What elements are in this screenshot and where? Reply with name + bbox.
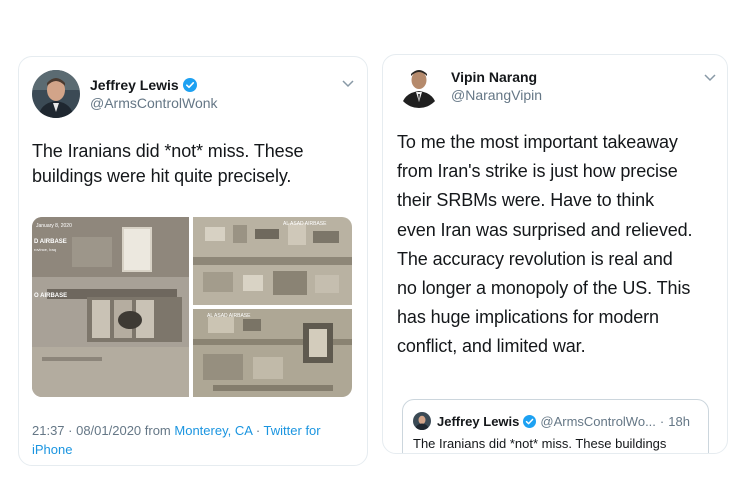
satellite-image-bottom-right[interactable]: AL ASAD AIRBASE [193, 309, 352, 397]
image-airbase-label: O AIRBASE [34, 293, 68, 299]
quoted-tweet-time[interactable]: 18h [668, 414, 690, 429]
image-airbase-label: AL ASAD AIRBASE [283, 221, 327, 227]
meta-separator: · [255, 423, 261, 438]
tweet-text: To me the most important takeaway from I… [397, 128, 693, 362]
author-names: Jeffrey Lewis @ArmsControlWonk [90, 77, 218, 111]
quoted-tweet-header: Jeffrey Lewis @ArmsControlWo... · 18h [413, 412, 690, 430]
image-province-label: rovince, Iraq [34, 247, 57, 252]
tweet-text-line: from Iran's strike is just how precise [397, 161, 678, 182]
avatar[interactable] [397, 64, 441, 108]
tweet-header: Vipin Narang @NarangVipin [397, 64, 542, 108]
quoted-author-handle[interactable]: @ArmsControlWo... [540, 414, 656, 429]
tweet-header: Jeffrey Lewis @ArmsControlWonk [32, 70, 218, 118]
tweet-card-jeffrey-lewis[interactable]: Jeffrey Lewis @ArmsControlWonk The Irani… [18, 56, 368, 466]
chevron-down-icon[interactable] [703, 73, 717, 83]
tweet-text-line: The Iranians did *not* miss. These [32, 141, 304, 161]
quoted-author-name[interactable]: Jeffrey Lewis [437, 414, 519, 429]
image-date-label: January 8, 2020 [36, 223, 72, 229]
quoted-tweet[interactable]: Jeffrey Lewis @ArmsControlWo... · 18h Th… [402, 399, 709, 453]
author-handle[interactable]: @NarangVipin [451, 87, 542, 103]
meta-separator: · [659, 413, 665, 429]
tweet-text-line: The accuracy revolution is real and [397, 248, 673, 269]
tweet-timestamp[interactable]: 21:37 · 08/01/2020 from [32, 423, 171, 438]
tweet-text-line: their SRBMs were. Have to think [397, 190, 654, 211]
author-name[interactable]: Jeffrey Lewis [90, 77, 179, 93]
satellite-image-top-right[interactable]: AL ASAD AIRBASE [193, 217, 352, 305]
tweet-media-grid[interactable]: January 8, 2020 D AIRBASE rovince, Iraq … [32, 217, 352, 397]
image-airbase-label: D AIRBASE [34, 239, 67, 245]
tweet-text-line: has huge implications for modern [397, 307, 659, 328]
tweet-text-line: no longer a monopoly of the US. This [397, 278, 691, 299]
avatar[interactable] [413, 412, 431, 430]
author-handle[interactable]: @ArmsControlWonk [90, 95, 218, 111]
verified-badge-icon [182, 78, 197, 92]
author-names: Vipin Narang @NarangVipin [451, 69, 542, 103]
satellite-image-main[interactable]: January 8, 2020 D AIRBASE rovince, Iraq … [32, 217, 189, 397]
tweet-text-line: buildings were hit quite precisely. [32, 166, 292, 186]
tweet-text: The Iranians did *not* miss. These build… [32, 139, 304, 189]
quoted-tweet-text: The Iranians did *not* miss. These build… [413, 436, 667, 451]
tweet-text-line: To me the most important takeaway [397, 132, 678, 152]
tweet-text-line: conflict, and limited war. [397, 336, 586, 357]
image-airbase-label: AL ASAD AIRBASE [207, 313, 251, 319]
tweet-location-link[interactable]: Monterey, CA [174, 423, 252, 438]
chevron-down-icon[interactable] [341, 79, 355, 89]
tweet-card-vipin-narang[interactable]: Vipin Narang @NarangVipin To me the most… [382, 54, 728, 454]
avatar[interactable] [32, 70, 80, 118]
tweet-meta: 21:37 · 08/01/2020 from Monterey, CA · T… [32, 421, 352, 459]
verified-badge-icon [523, 414, 537, 428]
author-name[interactable]: Vipin Narang [451, 69, 537, 85]
tweet-text-line: even Iran was surprised and relieved. [397, 219, 693, 240]
